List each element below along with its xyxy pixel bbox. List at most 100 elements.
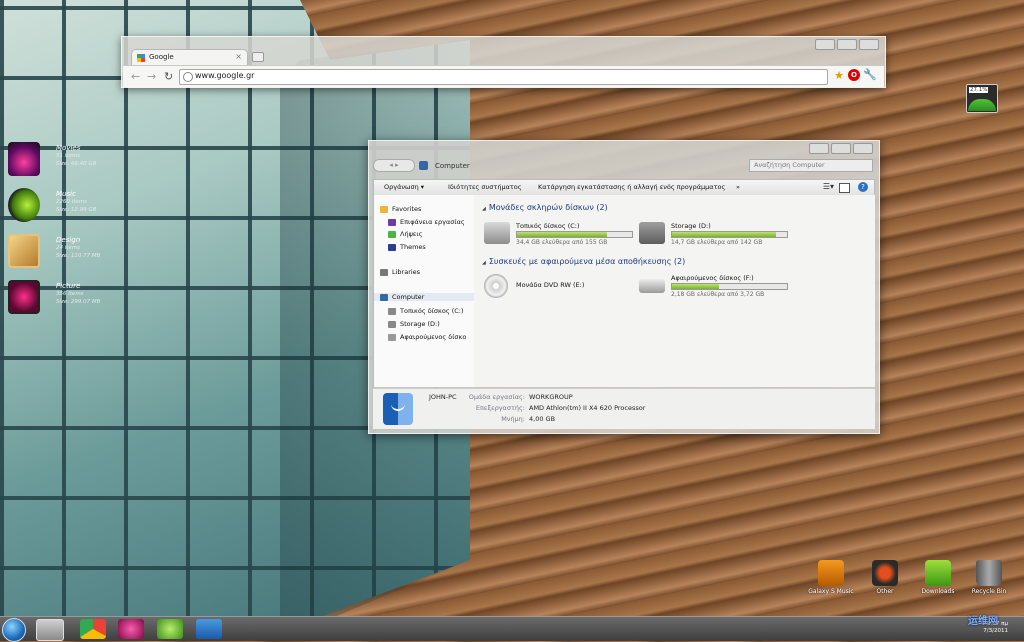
library-design[interactable]: Design 24 items Size: 110.77 MB xyxy=(8,234,128,274)
reload-icon[interactable]: ↻ xyxy=(164,70,173,83)
free-space: 34,4 GB ελεύθερα από 155 GB xyxy=(516,239,608,246)
library-music[interactable]: Music 2260 items Size: 12.99 GB xyxy=(8,188,128,228)
file-list: Μονάδες σκληρών δίσκων (2) Τοπικός δίσκο… xyxy=(474,195,875,387)
group-removable[interactable]: Συσκευές με αφαιρούμενα μέσα αποθήκευσης… xyxy=(482,257,685,266)
cpu-gadget[interactable]: 27.1% xyxy=(966,84,998,113)
computer-icon xyxy=(419,161,428,170)
libraries-icon xyxy=(380,268,388,276)
gadget-percent: 27.1% xyxy=(969,87,989,93)
drive-name: Storage (D:) xyxy=(671,222,711,230)
drive-e[interactable]: Μονάδα DVD RW (E:) xyxy=(484,273,644,303)
computer-icon xyxy=(380,293,388,301)
search-input[interactable]: Αναζήτηση Computer xyxy=(749,159,873,172)
free-space: 14,7 GB ελεύθερα από 142 GB xyxy=(671,239,763,246)
hard-drive-icon xyxy=(639,222,665,244)
extension-icon[interactable]: O xyxy=(848,69,860,81)
gadget-graph-icon xyxy=(968,99,996,111)
movies-icon xyxy=(8,142,40,176)
workgroup-value: WORKGROUP xyxy=(529,393,573,401)
library-picture[interactable]: Picture 356 items Size: 299.07 MB xyxy=(8,280,128,320)
nav-desktop[interactable]: Επιφάνεια εργασίας xyxy=(388,218,465,226)
taskbar-app-icon[interactable] xyxy=(196,619,222,639)
system-properties-button[interactable]: Ιδιότητες συστήματος xyxy=(448,183,522,191)
address-bar[interactable]: www.google.gr xyxy=(179,69,828,85)
drive-d[interactable]: Storage (D:) 14,7 GB ελεύθερα από 142 GB xyxy=(639,221,799,251)
drive-icon xyxy=(388,307,396,315)
drive-f[interactable]: Αφαιρούμενος δίσκος (F:) 2,18 GB ελεύθερ… xyxy=(639,273,799,303)
minimize-button[interactable] xyxy=(809,143,829,154)
taskbar-chrome-icon[interactable] xyxy=(80,619,106,639)
uninstall-program-button[interactable]: Κατάργηση εγκατάστασης ή αλλαγή ενός προ… xyxy=(538,183,725,191)
minimize-button[interactable] xyxy=(815,39,835,50)
nav-storage[interactable]: Storage (D:) xyxy=(388,320,440,328)
maximize-button[interactable] xyxy=(831,143,851,154)
nav-libraries[interactable]: Libraries xyxy=(380,268,420,276)
recycle-bin-icon xyxy=(976,560,1002,586)
back-forward-buttons[interactable]: ◂ ▸ xyxy=(373,159,415,172)
other-folder-icon xyxy=(872,560,898,586)
downloads-folder-icon xyxy=(925,560,951,586)
close-button[interactable] xyxy=(859,39,879,50)
library-count: 24 items xyxy=(56,245,81,251)
nav-themes[interactable]: Themes xyxy=(388,243,426,251)
close-tab-icon[interactable]: × xyxy=(235,52,242,61)
explorer-window[interactable]: ◂ ▸ Computer Αναζήτηση Computer Οργάνωση… xyxy=(368,140,880,434)
taskbar-chat-icon[interactable] xyxy=(157,619,183,639)
nav-downloads[interactable]: Λήψεις xyxy=(388,230,422,238)
pc-name: JOHN-PC xyxy=(429,393,457,401)
library-size: Size: 299.07 MB xyxy=(56,299,101,305)
new-tab-button[interactable] xyxy=(252,52,264,62)
taskbar: 9:57 πμ 7/3/2011 xyxy=(0,616,1024,642)
url-text: www.google.gr xyxy=(195,71,255,80)
nav-removable[interactable]: Αφαιρούμενος δίσκο xyxy=(388,333,466,341)
desktop-icon-galaxy-s-music[interactable]: Galaxy S Music xyxy=(807,560,855,595)
desktop-icon-other[interactable]: Other xyxy=(861,560,909,595)
themes-icon xyxy=(388,243,396,251)
forward-icon[interactable]: → xyxy=(147,70,156,83)
library-name: Music xyxy=(56,190,76,198)
group-hard-drives[interactable]: Μονάδες σκληρών δίσκων (2) xyxy=(482,203,608,212)
picture-icon xyxy=(8,280,40,314)
library-name: Movies xyxy=(56,144,81,152)
more-commands-button[interactable]: » xyxy=(736,183,740,191)
preview-pane-icon[interactable] xyxy=(839,183,850,193)
help-icon[interactable]: ? xyxy=(858,182,868,192)
start-button[interactable] xyxy=(2,618,26,642)
close-button[interactable] xyxy=(853,143,873,154)
details-pane: JOHN-PC Ομάδα εργασίας: WORKGROUP Επεξερ… xyxy=(373,388,875,429)
finder-icon xyxy=(383,393,413,425)
toolbar: ← → ↻ www.google.gr ★ O 🔧 xyxy=(123,65,884,87)
star-icon xyxy=(380,205,388,213)
library-movies[interactable]: Movies 51 items Size: 46.40 GB xyxy=(8,142,128,182)
nav-computer[interactable]: Computer xyxy=(374,293,474,301)
library-size: Size: 12.99 GB xyxy=(56,207,97,213)
free-space: 2,18 GB ελεύθερα από 3,72 GB xyxy=(671,291,765,298)
drive-name: Τοπικός δίσκος (C:) xyxy=(516,222,580,230)
wrench-menu-icon[interactable]: 🔧 xyxy=(863,68,877,81)
window-controls xyxy=(809,143,873,154)
view-options-icon[interactable]: ☰▾ xyxy=(823,182,834,191)
nav-local-disk[interactable]: Τοπικός δίσκος (C:) xyxy=(388,307,464,315)
bookmark-star-icon[interactable]: ★ xyxy=(834,69,844,82)
usage-fill xyxy=(517,232,607,237)
browser-tab[interactable]: Google × xyxy=(131,49,248,66)
desktop-icon-downloads[interactable]: Downloads xyxy=(914,560,962,595)
nav-favorites[interactable]: Favorites xyxy=(380,205,421,213)
memory-value: 4,00 GB xyxy=(529,415,556,423)
downloads-icon xyxy=(388,230,396,238)
desktop-icon xyxy=(388,218,396,226)
drive-name: Αφαιρούμενος δίσκος (F:) xyxy=(671,274,754,282)
taskbar-media-icon[interactable] xyxy=(118,619,144,639)
drive-c[interactable]: Τοπικός δίσκος (C:) 34,4 GB ελεύθερα από… xyxy=(484,221,644,251)
processor-value: AMD Athlon(tm) II X4 620 Processor xyxy=(529,404,646,412)
taskbar-explorer-icon[interactable] xyxy=(36,619,64,641)
google-favicon-icon xyxy=(137,54,145,62)
breadcrumb[interactable]: Computer xyxy=(435,162,470,170)
maximize-button[interactable] xyxy=(837,39,857,50)
window-controls xyxy=(815,39,879,50)
back-icon[interactable]: ← xyxy=(131,70,140,83)
organize-button[interactable]: Οργάνωση ▾ xyxy=(384,183,424,191)
desktop-icon-recycle-bin[interactable]: Recycle Bin xyxy=(965,560,1013,595)
globe-icon xyxy=(183,72,193,82)
chrome-window[interactable]: Google × ← → ↻ www.google.gr ★ O 🔧 xyxy=(121,36,886,88)
